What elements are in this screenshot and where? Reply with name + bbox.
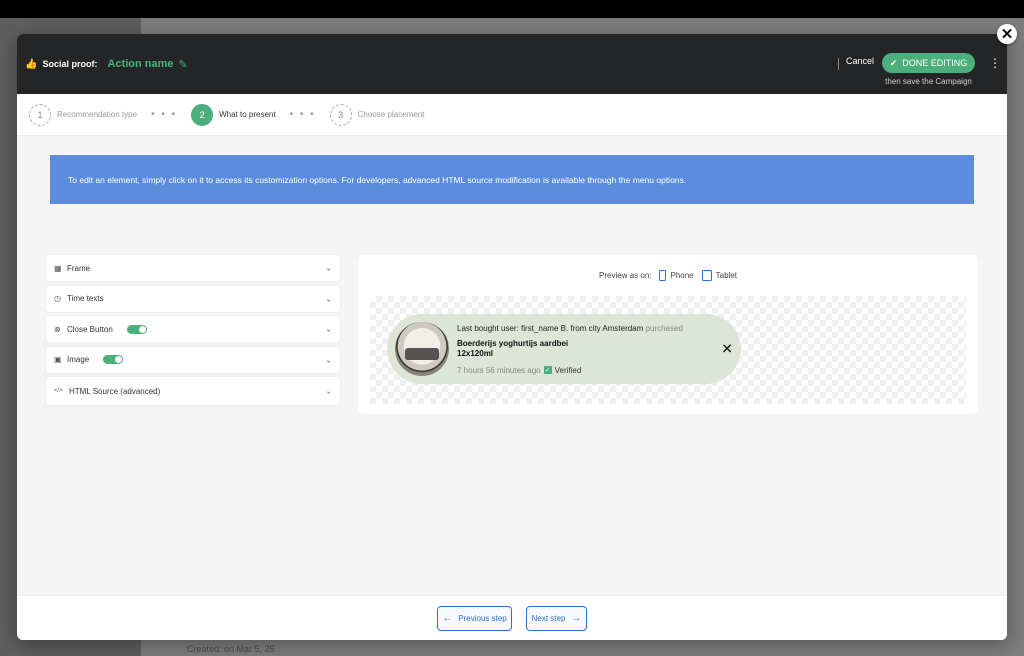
step-separator: • • • bbox=[151, 109, 178, 120]
accordion-image[interactable]: ▣ Image ⌄ bbox=[46, 346, 340, 373]
chevron-down-icon: ⌄ bbox=[325, 263, 332, 273]
code-icon: </> bbox=[54, 388, 63, 394]
step-label: Choose placement bbox=[357, 110, 425, 119]
tablet-icon bbox=[701, 270, 712, 281]
close-modal-icon[interactable]: ✕ bbox=[997, 24, 1017, 44]
preview-tablet-option[interactable]: Tablet bbox=[701, 270, 737, 281]
done-editing-label: DONE EDITING bbox=[902, 58, 968, 68]
product-name-line1: Boerderijs yoghurtijs aardbei bbox=[457, 338, 569, 348]
arrow-right-icon: → bbox=[571, 613, 582, 624]
notification-close-icon[interactable]: ✕ bbox=[721, 341, 733, 358]
info-banner: To edit an element, simply click on it t… bbox=[50, 155, 974, 204]
close-circle-icon: ⊗ bbox=[54, 324, 61, 334]
accordion-label: Time texts bbox=[67, 294, 104, 303]
cancel-button[interactable]: Cancel bbox=[846, 56, 874, 66]
preview-device-bar: Preview as on: Phone Tablet bbox=[358, 270, 978, 281]
step-label: Recommendation type bbox=[57, 110, 138, 119]
done-editing-button[interactable]: ✔ DONE EDITING bbox=[882, 53, 975, 73]
notification-time-row[interactable]: 7 hours 56 minutes ago ✓ Verified bbox=[457, 366, 683, 375]
accordion-label: Image bbox=[67, 355, 90, 364]
headline-main: Last bought user: first_name B. from cit… bbox=[457, 323, 644, 333]
verified-check-icon: ✓ bbox=[543, 366, 552, 374]
arrow-left-icon: ← bbox=[442, 613, 453, 624]
tablet-label: Tablet bbox=[715, 271, 737, 280]
accordion-label: HTML Source (advanced) bbox=[69, 386, 161, 396]
modal-footer: ← Previous step Next step → bbox=[17, 595, 1007, 640]
image-toggle[interactable] bbox=[103, 355, 124, 364]
accordion-frame[interactable]: ▦ Frame ⌄ bbox=[46, 255, 340, 281]
chevron-down-icon: ⌄ bbox=[325, 355, 332, 364]
step-label: What to present bbox=[219, 110, 276, 119]
done-editing-subtext: then save the Campaign bbox=[885, 77, 972, 86]
more-options-icon[interactable]: ⋮ bbox=[989, 56, 1001, 70]
header-divider bbox=[838, 58, 839, 70]
preview-phone-option[interactable]: Phone bbox=[659, 270, 694, 281]
pencil-icon[interactable]: ✎ bbox=[178, 58, 187, 71]
clock-icon: ◷ bbox=[54, 294, 61, 303]
accordion-label: Frame bbox=[67, 263, 91, 273]
top-bar bbox=[0, 0, 1024, 18]
grid-icon: ▦ bbox=[54, 263, 62, 273]
previous-step-button[interactable]: ← Previous step bbox=[437, 606, 512, 631]
time-text: 7 hours 56 minutes ago bbox=[457, 365, 541, 375]
social-proof-notification[interactable]: Last bought user: first_name B. from cit… bbox=[387, 314, 741, 384]
action-name-title[interactable]: Action name bbox=[107, 58, 173, 70]
step-what-to-present[interactable]: 2 What to present bbox=[191, 103, 276, 126]
accordion-close-button[interactable]: ⊗ Close Button ⌄ bbox=[46, 316, 340, 342]
chevron-down-icon: ⌄ bbox=[325, 386, 332, 396]
verified-label: Verified bbox=[554, 365, 582, 375]
notification-headline[interactable]: Last bought user: first_name B. from cit… bbox=[457, 324, 683, 333]
thumbs-up-icon: 👍 bbox=[25, 58, 38, 70]
step-number: 2 bbox=[191, 103, 214, 126]
preview-panel: Preview as on: Phone Tablet Last bought … bbox=[358, 255, 978, 414]
chevron-down-icon: ⌄ bbox=[325, 324, 332, 334]
modal-header: 👍 Social proof: Action name ✎ Cancel ✔ D… bbox=[17, 34, 1007, 94]
step-number: 3 bbox=[329, 103, 352, 126]
step-separator: • • • bbox=[289, 109, 316, 120]
accordion-label: Close Button bbox=[67, 324, 113, 334]
image-icon: ▣ bbox=[54, 355, 62, 364]
next-step-button[interactable]: Next step → bbox=[526, 606, 587, 631]
close-button-toggle[interactable] bbox=[126, 324, 147, 334]
chevron-down-icon: ⌄ bbox=[325, 294, 332, 303]
step-number: 1 bbox=[29, 103, 51, 126]
step-recommendation-type[interactable]: 1 Recommendation type bbox=[29, 103, 138, 126]
accordion-html-source[interactable]: </> HTML Source (advanced) ⌄ bbox=[46, 377, 340, 405]
social-proof-label: Social proof: bbox=[42, 59, 98, 69]
preview-canvas: Last bought user: first_name B. from cit… bbox=[370, 296, 966, 404]
customization-accordion: ▦ Frame ⌄ ◷ Time texts ⌄ ⊗ Close Button … bbox=[46, 255, 340, 410]
previous-step-label: Previous step bbox=[458, 614, 507, 623]
editor-modal: 👍 Social proof: Action name ✎ Cancel ✔ D… bbox=[17, 34, 1007, 640]
accordion-time-texts[interactable]: ◷ Time texts ⌄ bbox=[46, 285, 340, 312]
phone-icon bbox=[659, 270, 667, 281]
stepper: 1 Recommendation type • • • 2 What to pr… bbox=[17, 94, 1007, 136]
product-name[interactable]: Boerderijs yoghurtijs aardbei 12x120ml bbox=[457, 339, 683, 359]
next-step-label: Next step bbox=[531, 614, 566, 623]
phone-label: Phone bbox=[670, 271, 694, 280]
step-choose-placement[interactable]: 3 Choose placement bbox=[329, 103, 425, 126]
notification-text: Last bought user: first_name B. from cit… bbox=[457, 324, 683, 375]
headline-purchased: purchased bbox=[645, 323, 683, 333]
check-icon: ✔ bbox=[889, 57, 898, 68]
product-image[interactable] bbox=[395, 322, 449, 376]
preview-label: Preview as on: bbox=[599, 271, 652, 280]
background-created-text: Created: on Mar 5, 25 bbox=[187, 644, 275, 654]
product-name-line2: 12x120ml bbox=[457, 348, 494, 358]
